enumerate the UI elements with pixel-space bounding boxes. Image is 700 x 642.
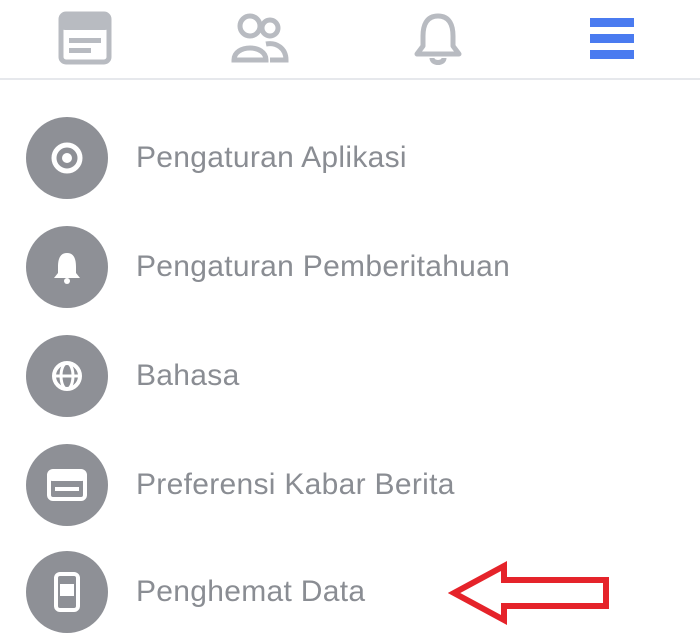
news-feed-icon (57, 10, 113, 66)
red-arrow-icon (447, 560, 614, 626)
globe-icon (26, 335, 108, 417)
menu-hamburger-icon (584, 10, 640, 66)
top-navigation-bar (0, 0, 700, 80)
bell-icon (26, 226, 108, 308)
gear-icon (26, 117, 108, 199)
menu-item-label: Preferensi Kabar Berita (136, 468, 455, 501)
tab-notifications[interactable] (408, 10, 468, 66)
menu-item-news-feed-preferences[interactable]: Preferensi Kabar Berita (0, 435, 700, 535)
menu-item-label: Pengaturan Pemberitahuan (136, 250, 511, 283)
friends-icon (230, 10, 290, 66)
menu-item-label: Penghemat Data (136, 575, 366, 608)
tab-menu[interactable] (582, 10, 642, 66)
phone-icon (26, 551, 108, 633)
tab-friends[interactable] (230, 10, 290, 66)
tab-news-feed[interactable] (55, 10, 115, 66)
menu-item-language[interactable]: Bahasa (0, 326, 700, 426)
notifications-bell-icon (410, 10, 466, 66)
feed-icon (26, 444, 108, 526)
menu-item-label: Pengaturan Aplikasi (136, 141, 407, 174)
menu-item-label: Bahasa (136, 359, 240, 392)
menu-item-app-settings[interactable]: Pengaturan Aplikasi (0, 108, 700, 208)
menu-item-notification-settings[interactable]: Pengaturan Pemberitahuan (0, 217, 700, 317)
